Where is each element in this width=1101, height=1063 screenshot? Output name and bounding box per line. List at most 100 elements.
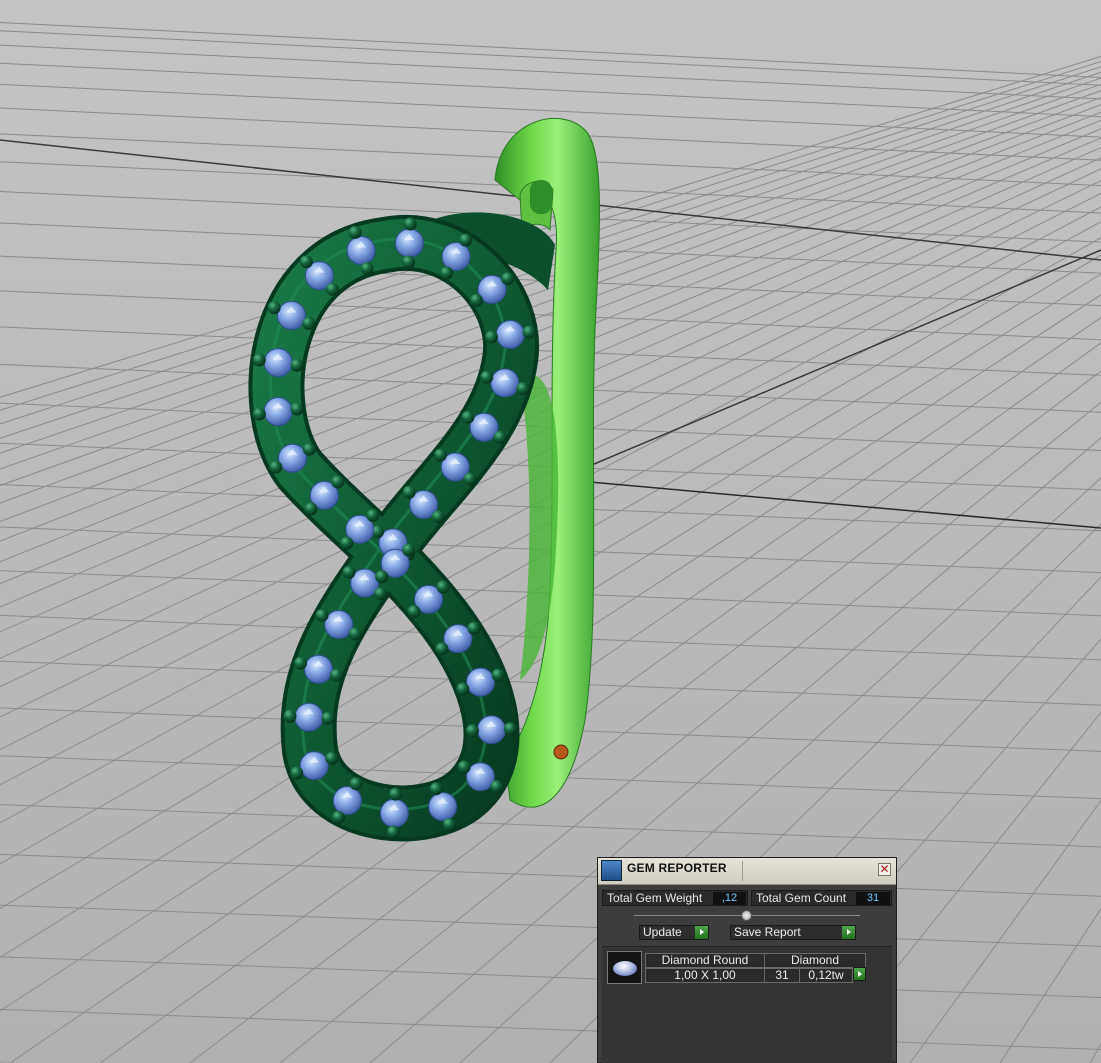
panel-titlebar[interactable]: GEM REPORTER ✕ bbox=[598, 858, 896, 885]
save-report-button[interactable]: Save Report bbox=[730, 925, 856, 940]
prong bbox=[493, 430, 507, 444]
prong bbox=[457, 760, 471, 774]
gem-shape: Diamond Round bbox=[645, 953, 765, 968]
gem-stone[interactable] bbox=[346, 235, 376, 265]
prong bbox=[290, 766, 304, 780]
prong bbox=[403, 217, 417, 231]
gem-stone[interactable] bbox=[304, 654, 334, 684]
gem-stone[interactable] bbox=[428, 792, 458, 822]
gem-count: 31 bbox=[764, 968, 800, 983]
prong bbox=[302, 442, 316, 456]
gem-reporter-panel[interactable]: GEM REPORTER ✕ Total Gem Weight ,12 Tota… bbox=[597, 857, 897, 1063]
prong bbox=[325, 751, 339, 765]
gem-stone[interactable] bbox=[379, 798, 409, 828]
prong bbox=[360, 261, 374, 275]
panel-title: GEM REPORTER bbox=[627, 861, 727, 875]
prong bbox=[331, 475, 345, 489]
prong bbox=[402, 543, 416, 557]
prong bbox=[375, 570, 389, 584]
update-button[interactable]: Update bbox=[639, 925, 709, 940]
prong bbox=[331, 810, 345, 824]
prong bbox=[465, 724, 479, 738]
prong bbox=[348, 225, 362, 239]
close-icon[interactable]: ✕ bbox=[878, 863, 891, 876]
gem-weight: 0,12tw bbox=[799, 968, 853, 983]
panel-splitter-handle[interactable] bbox=[741, 910, 752, 921]
gem-size: 1,00 X 1,00 bbox=[645, 968, 765, 983]
prong bbox=[290, 402, 304, 416]
prong bbox=[290, 358, 304, 372]
gem-material: Diamond bbox=[764, 953, 866, 968]
gem-stone[interactable] bbox=[394, 228, 424, 258]
prong bbox=[252, 407, 266, 421]
gem-stone[interactable] bbox=[465, 667, 495, 697]
prong bbox=[340, 536, 354, 550]
gem-stone[interactable] bbox=[324, 610, 354, 640]
total-gem-weight-value: ,12 bbox=[713, 892, 746, 905]
gem-reporter-icon bbox=[601, 860, 622, 881]
clasp-pin bbox=[553, 744, 569, 760]
prong bbox=[349, 777, 363, 791]
prong bbox=[366, 508, 380, 522]
round-diamond-icon bbox=[607, 951, 642, 984]
titlebar-divider bbox=[742, 861, 743, 881]
prong bbox=[491, 668, 505, 682]
prong bbox=[490, 780, 504, 794]
gem-stone[interactable] bbox=[441, 242, 471, 272]
prong bbox=[463, 472, 477, 486]
total-gem-count-label: Total Gem Count bbox=[756, 891, 847, 905]
prong bbox=[299, 255, 313, 269]
prong bbox=[407, 605, 421, 619]
gem-stone[interactable] bbox=[495, 320, 525, 350]
viewport-canvas[interactable] bbox=[0, 0, 1101, 1063]
prong bbox=[467, 621, 481, 635]
prong bbox=[469, 293, 483, 307]
list-item[interactable]: Diamond Round Diamond 1,00 X 1,00 31 0,1… bbox=[607, 951, 866, 985]
gem-stone[interactable] bbox=[476, 715, 506, 745]
prong bbox=[252, 353, 266, 367]
gem-row-action-button[interactable] bbox=[853, 967, 866, 981]
prong bbox=[522, 325, 536, 339]
prong bbox=[373, 587, 387, 601]
prong bbox=[461, 410, 475, 424]
gem-stone[interactable] bbox=[490, 368, 520, 398]
prong bbox=[386, 825, 400, 839]
play-arrow-icon bbox=[695, 926, 708, 939]
save-report-button-label: Save Report bbox=[734, 925, 801, 939]
prong bbox=[431, 510, 445, 524]
total-gem-weight-field: Total Gem Weight ,12 bbox=[602, 890, 748, 906]
prong bbox=[342, 565, 356, 579]
3d-viewport[interactable] bbox=[0, 0, 1101, 1063]
prong bbox=[330, 668, 344, 682]
gem-stone[interactable] bbox=[278, 443, 308, 473]
prong bbox=[304, 502, 318, 516]
gem-stone[interactable] bbox=[263, 348, 293, 378]
prong bbox=[501, 272, 515, 286]
prong bbox=[435, 642, 449, 656]
bail-hole bbox=[530, 180, 552, 214]
total-gem-count-field: Total Gem Count 31 bbox=[751, 890, 892, 906]
prong bbox=[484, 330, 498, 344]
prong bbox=[315, 608, 329, 622]
prong bbox=[293, 656, 307, 670]
prong bbox=[440, 266, 454, 280]
total-gem-weight-label: Total Gem Weight bbox=[607, 891, 703, 905]
prong bbox=[433, 448, 447, 462]
prong bbox=[283, 709, 297, 723]
gem-stone[interactable] bbox=[263, 397, 293, 427]
prong bbox=[436, 580, 450, 594]
gem-stone[interactable] bbox=[299, 751, 329, 781]
prong bbox=[267, 301, 281, 315]
prong bbox=[503, 722, 517, 736]
prong bbox=[429, 782, 443, 796]
prong bbox=[456, 682, 470, 696]
gem-list[interactable]: Diamond Round Diamond 1,00 X 1,00 31 0,1… bbox=[602, 946, 892, 1063]
play-arrow-icon bbox=[842, 926, 855, 939]
prong bbox=[516, 382, 530, 396]
gem-stone[interactable] bbox=[276, 301, 306, 331]
gem-stone[interactable] bbox=[332, 786, 362, 816]
prong bbox=[402, 485, 416, 499]
gem-stone[interactable] bbox=[294, 702, 324, 732]
update-button-label: Update bbox=[643, 925, 682, 939]
total-gem-count-value: 31 bbox=[856, 892, 890, 905]
